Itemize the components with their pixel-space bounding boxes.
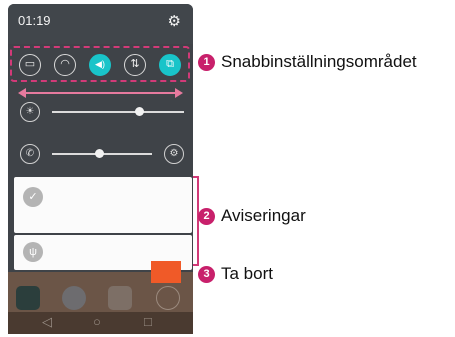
arrow-right-icon (175, 88, 183, 98)
callout-label: Snabbinställningsområdet (221, 52, 417, 71)
clear-notifications-button[interactable] (151, 261, 181, 283)
callout-quick-settings: 1 Snabbinställningsområdet (198, 52, 417, 72)
screen-capture-icon[interactable]: ▭ (19, 54, 41, 76)
callout-notifications: 2 Aviseringar (198, 206, 306, 226)
sound-icon[interactable]: ◀) (89, 54, 111, 76)
usb-icon: ψ (23, 242, 43, 262)
callout-number: 1 (198, 53, 215, 71)
contacts-app-icon[interactable] (62, 286, 86, 310)
brightness-icon: ☀ (20, 102, 40, 122)
clock: 01:19 (18, 13, 51, 28)
gear-icon[interactable]: ⚙ (164, 144, 184, 164)
gear-icon[interactable]: ⚙ (168, 14, 181, 30)
ringtone-volume-icon: ✆ (20, 144, 40, 164)
status-bar: 01:19 ⚙ (8, 4, 193, 44)
quick-settings-area: ▭ ◠ ◀) ⇅ ⧉ (10, 46, 190, 82)
phone-app-icon[interactable] (16, 286, 40, 310)
quick-settings-scroll-indicator[interactable] (18, 88, 183, 98)
recent-apps-icon[interactable]: □ (144, 314, 152, 329)
callout-number: 2 (198, 207, 215, 225)
brightness-slider-thumb[interactable] (135, 107, 145, 116)
messages-app-icon[interactable] (108, 286, 132, 310)
callout-number: 3 (198, 265, 215, 283)
brightness-slider[interactable] (52, 111, 184, 113)
callout-label: Ta bort (221, 264, 273, 283)
callout-clear: 3 Ta bort (198, 264, 273, 284)
volume-slider-thumb[interactable] (95, 149, 104, 158)
notification-card[interactable]: ✓ (14, 177, 192, 233)
phone-screen: 01:19 ⚙ ▭ ◠ ◀) ⇅ ⧉ ☀ ✆ ⚙ ✓ ψ ◁ ○ □ (8, 4, 193, 334)
check-icon: ✓ (23, 187, 43, 207)
wifi-icon[interactable]: ◠ (54, 54, 76, 76)
callout-label: Aviseringar (221, 206, 306, 225)
navigation-bar: ◁ ○ □ (8, 312, 193, 334)
back-icon[interactable]: ◁ (42, 314, 52, 330)
apps-icon[interactable] (156, 286, 180, 310)
home-icon[interactable]: ○ (93, 314, 101, 329)
rotate-icon[interactable]: ⧉ (159, 54, 181, 76)
data-icon[interactable]: ⇅ (124, 54, 146, 76)
